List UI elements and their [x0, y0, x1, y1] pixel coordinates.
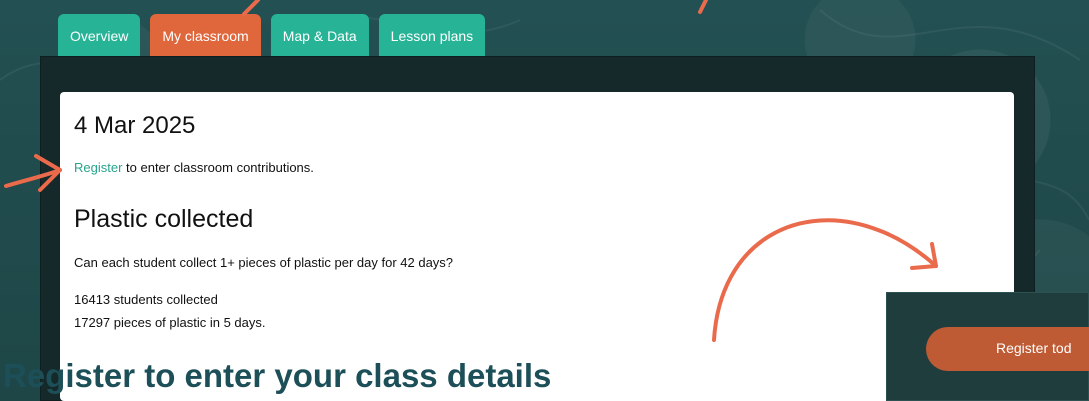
classroom-card — [60, 92, 1014, 401]
section-title: Plastic collected — [74, 205, 254, 233]
caption-heading: Register to enter your class details — [3, 357, 552, 394]
students-stat: 16413 students collected — [74, 292, 218, 307]
register-link[interactable]: Register — [74, 160, 122, 175]
tab-map-data[interactable]: Map & Data — [270, 14, 369, 56]
tab-bar: Overview My classroom Map & Data Lesson … — [58, 14, 486, 56]
tab-overview[interactable]: Overview — [58, 14, 141, 56]
page-title-date: 4 Mar 2025 — [74, 112, 196, 139]
pieces-stat: 17297 pieces of plastic in 5 days. — [74, 315, 266, 330]
register-prompt-text: to enter classroom contributions. — [122, 160, 314, 175]
challenge-question: Can each student collect 1+ pieces of pl… — [74, 255, 454, 270]
tab-lesson-plans[interactable]: Lesson plans — [378, 14, 486, 56]
tab-my-classroom[interactable]: My classroom — [150, 14, 261, 56]
register-prompt: Register to enter classroom contribution… — [74, 160, 314, 175]
register-today-button[interactable]: Register tod — [926, 327, 1089, 371]
